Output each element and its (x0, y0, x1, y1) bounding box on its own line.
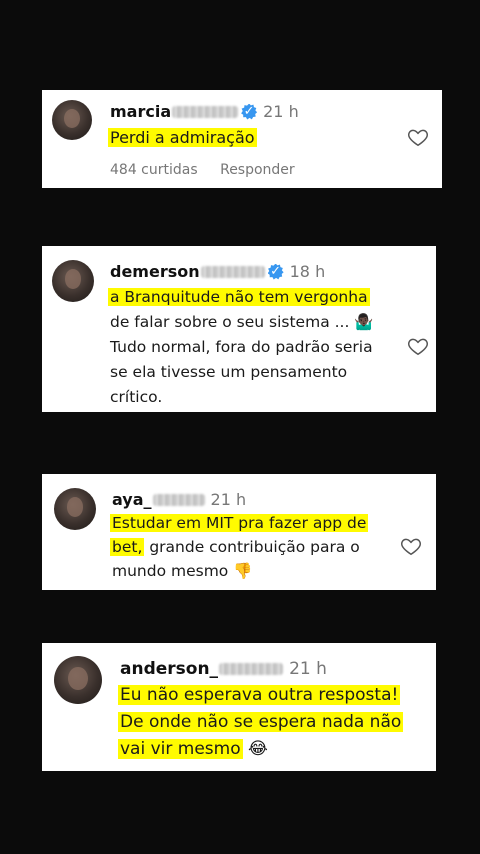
avatar[interactable] (54, 488, 96, 530)
comment-header: aya_ 21 h (112, 490, 246, 509)
heart-outline-icon[interactable] (407, 335, 429, 357)
comment-text-line: a Branquitude não tem vergonha (108, 288, 370, 306)
timestamp: 21 h (210, 490, 247, 509)
comment-text-line: De onde não se espera nada não (118, 712, 404, 732)
username[interactable]: aya_ (112, 490, 152, 509)
comment-text-line: Estudar em MIT pra fazer app de (110, 514, 369, 532)
timestamp: 21 h (289, 659, 327, 679)
comment-card-2: demerson ✓ 18 h a Branquitude não tem ve… (42, 246, 436, 412)
comment-text-line: crítico. (110, 388, 163, 406)
avatar[interactable] (54, 656, 102, 704)
blurred-username (152, 493, 205, 506)
comment-text-line: mundo mesmo 👎 (112, 562, 253, 580)
blurred-username (200, 265, 265, 278)
comment-text-line: vai vir mesmo 😂 (118, 739, 268, 759)
avatar[interactable] (52, 100, 92, 140)
verified-badge-icon: ✓ (267, 263, 284, 280)
heart-outline-icon[interactable] (400, 535, 422, 557)
comment-header: demerson ✓ 18 h (110, 262, 325, 281)
avatar[interactable] (52, 260, 94, 302)
comment-header: anderson_ 21 h (120, 659, 327, 679)
blurred-username (219, 663, 284, 675)
comment-text-line: Perdi a admiração (108, 128, 257, 147)
timestamp: 21 h (263, 102, 299, 121)
likes-count[interactable]: 484 curtidas (110, 162, 198, 178)
comment-card-1: marcia ✓ 21 h Perdi a admiração 484 curt… (42, 90, 442, 188)
comment-text-line: se ela tivesse um pensamento (110, 363, 348, 381)
comment-card-3: aya_ 21 h Estudar em MIT pra fazer app d… (42, 474, 436, 590)
blurred-username (172, 105, 239, 118)
comment-text-line: Eu não esperava outra resposta! (118, 685, 401, 705)
comment-actions: 484 curtidas Responder (110, 162, 295, 178)
comment-text-line: Tudo normal, fora do padrão seria (110, 338, 373, 356)
comment-card-4: anderson_ 21 h Eu não esperava outra res… (42, 643, 436, 771)
heart-outline-icon[interactable] (407, 126, 429, 148)
verified-badge-icon: ✓ (241, 103, 258, 120)
username[interactable]: marcia (110, 102, 171, 121)
timestamp: 18 h (289, 262, 326, 281)
username[interactable]: demerson (110, 262, 200, 281)
comment-header: marcia ✓ 21 h (110, 102, 299, 121)
comment-text-line: de falar sobre o seu sistema ... 🤷🏿‍♂️ (110, 313, 374, 331)
comment-text-line: bet, grande contribuição para o (110, 538, 360, 556)
reply-button[interactable]: Responder (220, 162, 295, 178)
username[interactable]: anderson_ (120, 659, 218, 679)
